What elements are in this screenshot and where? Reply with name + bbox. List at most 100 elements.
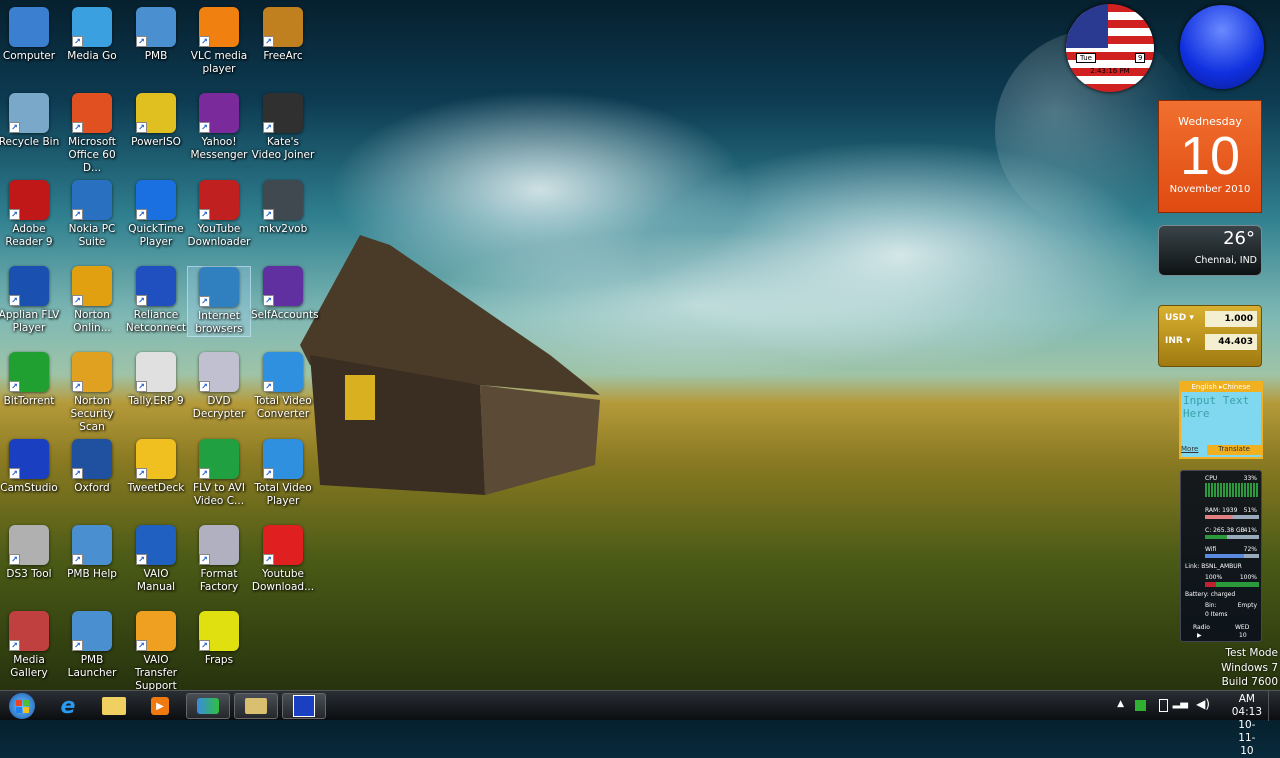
shortcut-arrow-icon: ↗: [72, 553, 83, 565]
weather-gadget[interactable]: 26° Chennai, IND: [1158, 225, 1262, 276]
translator-languages[interactable]: English ▸Chinese: [1181, 383, 1261, 392]
desktop-icon-flv-to-avi-video-c[interactable]: ↗ FLV to AVI Video C...: [187, 438, 251, 508]
taskbar-messenger[interactable]: [186, 693, 230, 719]
shortcut-arrow-icon: ↗: [9, 381, 20, 393]
show-desktop-button[interactable]: [1268, 691, 1280, 721]
desktop-icon-vaio-manual[interactable]: ↗ VAIO Manual: [124, 524, 188, 594]
analog-clock-gadget[interactable]: [1180, 5, 1264, 89]
desktop-icon-reliance-netconnect[interactable]: ↗ Reliance Netconnect: [124, 265, 188, 335]
desktop-icon-label: DVD Decrypter: [192, 395, 246, 421]
taskbar-internet-explorer[interactable]: e: [46, 693, 90, 719]
desktop-icon-norton-security-scan[interactable]: ↗ Norton Security Scan: [60, 352, 124, 434]
currency-from-value[interactable]: 1.000: [1205, 311, 1257, 327]
app-icon: ↗: [199, 611, 239, 652]
watermark-line: Build 7600: [1221, 676, 1278, 688]
desktop-icon-freearc[interactable]: ↗ FreeArc: [251, 7, 315, 63]
desktop-icon-pmb-help[interactable]: ↗ PMB Help: [60, 524, 124, 581]
desktop-icon-media-go[interactable]: ↗ Media Go: [60, 7, 124, 63]
currency-gadget[interactable]: USD ▾ 1.000 INR ▾ 44.403: [1158, 305, 1262, 367]
app-icon: ↗: [9, 93, 49, 134]
desktop-icon-selfaccounts[interactable]: ↗ SelfAccounts: [251, 265, 319, 322]
system-monitor-gadget[interactable]: CPU 33% RAM: 1939 51% C: 265.38 GB 41% W…: [1180, 470, 1262, 642]
app-icon: ↗: [72, 265, 112, 306]
desktop-icon-ds3-tool[interactable]: ↗ DS3 Tool: [0, 524, 61, 581]
desktop-icon-tweetdeck[interactable]: ↗ TweetDeck: [124, 438, 188, 495]
volume-icon[interactable]: ◀): [1196, 697, 1210, 711]
power-icon[interactable]: [1159, 699, 1168, 712]
currency-from-select[interactable]: USD ▾: [1165, 313, 1194, 323]
shortcut-arrow-icon: ↗: [9, 640, 20, 652]
desktop-icon-computer[interactable]: Computer: [0, 7, 61, 63]
desktop-icon-camstudio[interactable]: ↗ CamStudio: [0, 438, 61, 495]
disk-value: 41%: [1243, 527, 1257, 534]
calendar-day: 10: [1179, 126, 1241, 186]
desktop-icon-label: DS3 Tool: [6, 567, 52, 580]
calendar-gadget[interactable]: Wednesday 10 November 2010: [1158, 100, 1262, 213]
clock-time-text: AM 04:13: [1231, 693, 1263, 718]
shortcut-arrow-icon: ↗: [9, 553, 20, 565]
desktop-icon-nokia-pc-suite[interactable]: ↗ Nokia PC Suite: [60, 179, 124, 249]
taskbar-explorer[interactable]: [92, 693, 136, 719]
desktop-icon-quicktime-player[interactable]: ↗ QuickTime Player: [124, 179, 188, 249]
clock-date: 9: [1135, 53, 1146, 63]
wifi-link: Link: BSNL_AMBUR: [1185, 563, 1242, 570]
desktop-icon-kate-s-video-joiner[interactable]: ↗ Kate's Video Joiner: [251, 93, 315, 162]
desktop-icon-label: Kate's Video Joiner: [251, 136, 315, 162]
start-button[interactable]: [0, 693, 44, 719]
desktop-icon-total-video-converter[interactable]: ↗ Total Video Converter: [251, 352, 315, 421]
desktop-icon-microsoft-office-60-d[interactable]: ↗ Microsoft Office 60 D...: [60, 93, 124, 175]
desktop-icon-vlc-media-player[interactable]: ↗ VLC media player: [187, 7, 251, 76]
desktop-icon-norton-onlin[interactable]: ↗ Norton Onlin...: [60, 265, 124, 335]
network-icon[interactable]: ▂▄: [1173, 698, 1188, 709]
desktop-icon-yahoo-messenger[interactable]: ↗ Yahoo! Messenger: [187, 93, 251, 162]
desktop-icon-recycle-bin[interactable]: ↗ Recycle Bin: [0, 93, 61, 149]
play-icon[interactable]: ▶: [1197, 632, 1202, 639]
desktop-icon-total-video-player[interactable]: ↗ Total Video Player: [251, 438, 315, 508]
taskbar-camstudio[interactable]: [282, 693, 326, 719]
desktop-icon-label: Total Video Converter: [254, 395, 312, 421]
desktop-icon-tally-erp-9[interactable]: ↗ Tally.ERP 9: [124, 352, 188, 408]
app-icon: ↗: [199, 352, 239, 393]
translator-more-link[interactable]: More: [1181, 445, 1207, 455]
desktop-icon-internet-browsers[interactable]: ↗ Internet browsers: [187, 265, 251, 337]
app-icon: ↗: [72, 7, 112, 47]
translator-gadget[interactable]: English ▸Chinese Input Text Here More Tra…: [1179, 381, 1263, 459]
translator-input[interactable]: Input Text Here: [1181, 392, 1261, 445]
desktop-icon-label: YouTube Downloader: [187, 222, 251, 248]
show-hidden-icons[interactable]: ▲: [1117, 699, 1124, 709]
app-icon: ↗: [199, 266, 239, 307]
desktop-icon-fraps[interactable]: ↗ Fraps: [187, 611, 251, 667]
desktop-icon-pmb-launcher[interactable]: ↗ PMB Launcher: [60, 611, 124, 680]
radio-button[interactable]: Radio: [1193, 624, 1210, 631]
desktop-icon-youtube-downloader[interactable]: ↗ YouTube Downloader: [187, 179, 251, 249]
app-icon: ↗: [136, 352, 176, 393]
desktop-icon-poweriso[interactable]: ↗ PowerISO: [124, 93, 188, 149]
desktop-icon-label: SelfAccounts: [251, 308, 319, 321]
ram-value: 51%: [1243, 507, 1257, 514]
desktop-icon-dvd-decrypter[interactable]: ↗ DVD Decrypter: [187, 352, 251, 421]
desktop-icon-pmb[interactable]: ↗ PMB: [124, 7, 188, 63]
desktop-icon-format-factory[interactable]: ↗ Format Factory: [187, 524, 251, 594]
shortcut-arrow-icon: ↗: [136, 294, 147, 306]
desktop-icon-vaio-transfer-support[interactable]: ↗ VAIO Transfer Support: [124, 611, 188, 693]
translate-button[interactable]: Translate: [1207, 445, 1261, 455]
desktop-icon-adobe-reader-9[interactable]: ↗ Adobe Reader 9: [0, 179, 61, 249]
currency-to-value[interactable]: 44.403: [1205, 334, 1257, 350]
desktop-icon-bittorrent[interactable]: ↗ BitTorrent: [0, 352, 61, 408]
shortcut-arrow-icon: ↗: [199, 467, 210, 479]
taskbar-mail[interactable]: [234, 693, 278, 719]
desktop-icon-mkv2vob[interactable]: ↗ mkv2vob: [251, 179, 315, 236]
shortcut-arrow-icon: ↗: [199, 640, 210, 652]
desktop-icon-media-gallery[interactable]: ↗ Media Gallery: [0, 611, 61, 680]
flag-clock-gadget[interactable]: Tue 9 2:43:16 PM: [1066, 4, 1154, 92]
tray-app-icon[interactable]: [1135, 700, 1146, 711]
app-icon: ↗: [263, 93, 303, 134]
desktop-icon-oxford[interactable]: ↗ Oxford: [60, 438, 124, 495]
taskbar-clock[interactable]: AM 04:13 10-11-10: [1232, 693, 1262, 758]
messenger-icon: [197, 698, 219, 714]
shortcut-arrow-icon: ↗: [136, 467, 147, 479]
desktop-icon-applian-flv-player[interactable]: ↗ Applian FLV Player: [0, 265, 61, 335]
desktop-icon-youtube-download[interactable]: ↗ Youtube Download...: [251, 524, 315, 594]
currency-to-select[interactable]: INR ▾: [1165, 336, 1190, 346]
taskbar-media-player[interactable]: ▶: [138, 693, 182, 719]
